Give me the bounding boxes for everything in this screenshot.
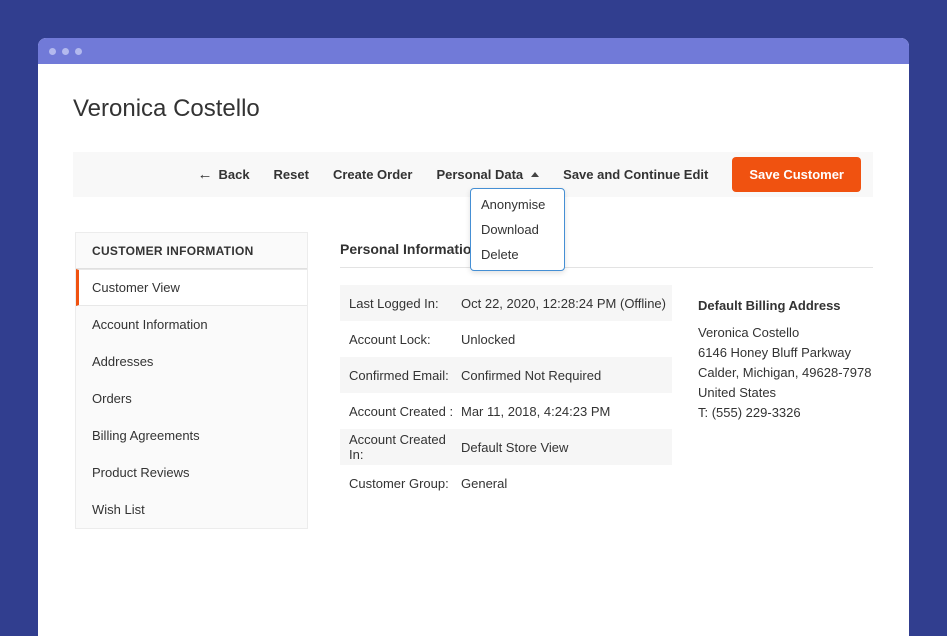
table-row: Account Created : Mar 11, 2018, 4:24:23 … (340, 393, 672, 429)
row-value: Default Store View (461, 440, 672, 455)
create-order-button[interactable]: Create Order (333, 167, 412, 182)
table-row: Confirmed Email: Confirmed Not Required (340, 357, 672, 393)
reset-button[interactable]: Reset (274, 167, 309, 182)
table-row: Account Lock: Unlocked (340, 321, 672, 357)
personal-information-title: Personal Information (340, 241, 480, 257)
back-arrow-icon: ← (197, 167, 212, 182)
table-row: Customer Group: General (340, 465, 672, 501)
billing-address-line: T: (555) 229-3326 (698, 403, 878, 423)
window-dot-2[interactable] (62, 48, 69, 55)
personal-data-button-label: Personal Data (436, 167, 523, 182)
sidebar-item-account-information[interactable]: Account Information (76, 306, 307, 343)
billing-address-line: United States (698, 383, 878, 403)
row-value: Oct 22, 2020, 12:28:24 PM (Offline) (461, 296, 672, 311)
row-value: Unlocked (461, 332, 672, 347)
sidebar-item-addresses[interactable]: Addresses (76, 343, 307, 380)
table-row: Account Created In: Default Store View (340, 429, 672, 465)
save-and-continue-button[interactable]: Save and Continue Edit (563, 167, 708, 182)
sidebar-item-customer-view[interactable]: Customer View (76, 269, 307, 306)
dropdown-item-anonymise[interactable]: Anonymise (471, 192, 564, 217)
row-label: Account Lock: (340, 332, 461, 347)
customer-information-sidebar: CUSTOMER INFORMATION Customer View Accou… (75, 232, 308, 529)
table-row: Last Logged In: Oct 22, 2020, 12:28:24 P… (340, 285, 672, 321)
save-customer-button[interactable]: Save Customer (732, 157, 861, 192)
sidebar-item-orders[interactable]: Orders (76, 380, 307, 417)
chevron-up-icon (531, 172, 539, 177)
back-button[interactable]: ← Back (197, 167, 249, 182)
window-dot-3[interactable] (75, 48, 82, 55)
row-label: Account Created In: (340, 432, 461, 462)
sidebar-item-billing-agreements[interactable]: Billing Agreements (76, 417, 307, 454)
sidebar-item-product-reviews[interactable]: Product Reviews (76, 454, 307, 491)
window-titlebar (38, 38, 909, 64)
window-dot-1[interactable] (49, 48, 56, 55)
billing-address-line: Veronica Costello (698, 323, 878, 343)
row-label: Account Created : (340, 404, 461, 419)
dropdown-item-download[interactable]: Download (471, 217, 564, 242)
app-window: Veronica Costello ← Back Reset Create Or… (38, 38, 909, 636)
back-button-label: Back (218, 167, 249, 182)
save-and-continue-label: Save and Continue Edit (563, 167, 708, 182)
default-billing-address: Default Billing Address Veronica Costell… (698, 298, 878, 423)
row-label: Confirmed Email: (340, 368, 461, 383)
row-label: Last Logged In: (340, 296, 461, 311)
row-value: Mar 11, 2018, 4:24:23 PM (461, 404, 672, 419)
reset-button-label: Reset (274, 167, 309, 182)
personal-information-table: Last Logged In: Oct 22, 2020, 12:28:24 P… (340, 285, 672, 501)
sidebar-item-wish-list[interactable]: Wish List (76, 491, 307, 528)
personal-data-dropdown: Anonymise Download Delete (470, 188, 565, 271)
row-value: Confirmed Not Required (461, 368, 672, 383)
row-label: Customer Group: (340, 476, 461, 491)
row-value: General (461, 476, 672, 491)
page-title: Veronica Costello (73, 95, 260, 123)
sidebar-header: CUSTOMER INFORMATION (76, 233, 307, 269)
billing-address-line: Calder, Michigan, 49628-7978 (698, 363, 878, 383)
dropdown-item-delete[interactable]: Delete (471, 242, 564, 267)
billing-address-title: Default Billing Address (698, 298, 878, 313)
personal-data-button[interactable]: Personal Data (436, 167, 539, 182)
section-divider (340, 267, 873, 268)
create-order-button-label: Create Order (333, 167, 412, 182)
billing-address-line: 6146 Honey Bluff Parkway (698, 343, 878, 363)
